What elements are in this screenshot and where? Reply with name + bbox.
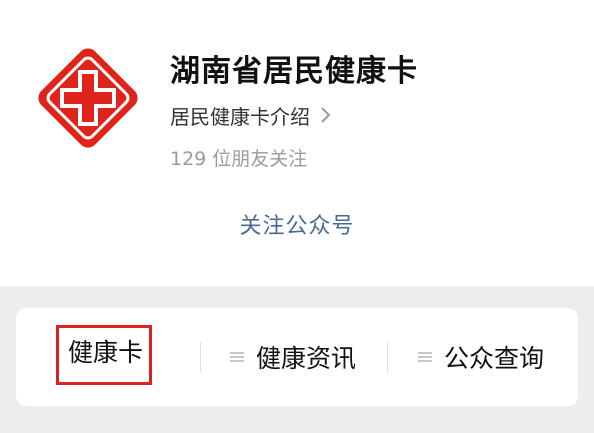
bottom-menu-bar: 健康卡 健康资讯 公众查询 <box>16 308 578 406</box>
menu-divider <box>200 342 201 372</box>
account-name: 湖南省居民健康卡 <box>170 54 418 89</box>
account-profile: 湖南省居民健康卡 居民健康卡介绍 129 位朋友关注 关注公众号 <box>0 0 594 286</box>
follower-count: 129 位朋友关注 <box>170 148 308 170</box>
menu-item-health-card-label: 健康卡 <box>56 325 153 385</box>
menu-lines-icon <box>418 350 432 364</box>
follow-account-button[interactable]: 关注公众号 <box>0 208 594 240</box>
menu-item-public-query-label: 公众查询 <box>444 344 545 373</box>
menu-item-public-query[interactable]: 公众查询 <box>418 308 544 406</box>
menu-item-health-news[interactable]: 健康资讯 <box>230 308 356 406</box>
account-intro-label: 居民健康卡介绍 <box>170 104 310 129</box>
menu-item-health-card[interactable]: 健康卡 <box>56 308 153 406</box>
account-intro-link[interactable]: 居民健康卡介绍 <box>170 100 332 130</box>
red-cross-diamond-icon <box>26 36 150 160</box>
chevron-right-icon <box>320 106 332 124</box>
menu-lines-icon <box>230 350 244 364</box>
menu-area: 健康卡 健康资讯 公众查询 <box>0 286 594 433</box>
menu-divider <box>387 342 388 372</box>
menu-item-health-news-label: 健康资讯 <box>256 344 357 373</box>
